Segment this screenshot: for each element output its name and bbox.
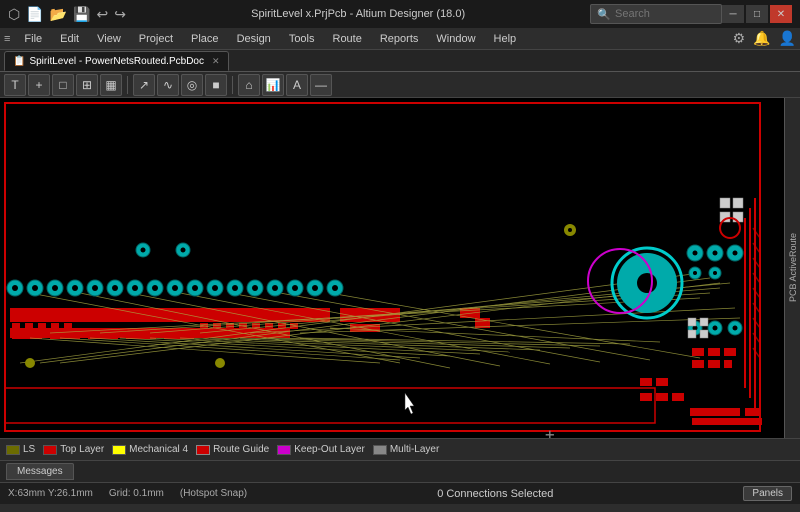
tool-arc[interactable]: ∿ — [157, 74, 179, 96]
messages-panel: Messages — [0, 460, 800, 482]
status-info: X:63mm Y:26.1mm Grid: 0.1mm (Hotspot Sna… — [8, 488, 247, 499]
layer-top[interactable]: Top Layer — [43, 444, 104, 455]
ls-label: LS — [23, 444, 35, 455]
tool-line[interactable]: — — [310, 74, 332, 96]
menu-window[interactable]: Window — [428, 31, 483, 47]
connections-display: 0 Connections Selected — [437, 488, 553, 500]
layer-ls[interactable]: LS — [6, 444, 35, 455]
menu-project[interactable]: Project — [131, 31, 181, 47]
keepout-label: Keep-Out Layer — [294, 444, 365, 455]
tool-route[interactable]: ↗ — [133, 74, 155, 96]
menu-view[interactable]: View — [89, 31, 129, 47]
multi-swatch — [373, 445, 387, 455]
menu-tools[interactable]: Tools — [281, 31, 323, 47]
window-title: SpiritLevel x.PrjPcb - Altium Designer (… — [126, 8, 590, 20]
tool-add[interactable]: + — [28, 74, 50, 96]
close-button[interactable]: ✕ — [770, 5, 792, 23]
hotspot-display: (Hotspot Snap) — [180, 488, 247, 499]
menu-file[interactable]: File — [16, 31, 50, 47]
menu-help[interactable]: Help — [486, 31, 525, 47]
tool-rect[interactable]: □ — [52, 74, 74, 96]
menu-reports[interactable]: Reports — [372, 31, 427, 47]
messages-tab[interactable]: Messages — [6, 463, 74, 480]
search-icon: 🔍 — [597, 8, 611, 21]
menu-route[interactable]: Route — [325, 31, 370, 47]
tab-close-icon[interactable]: ✕ — [212, 56, 220, 67]
open-icon[interactable]: 📂 — [50, 6, 67, 23]
layer-keep-out[interactable]: Keep-Out Layer — [277, 444, 365, 455]
new-icon[interactable]: 📄 — [26, 6, 43, 23]
pcb-main-area[interactable]: + PCB ActiveRoute — [0, 98, 800, 438]
top-swatch — [43, 445, 57, 455]
status-bar: X:63mm Y:26.1mm Grid: 0.1mm (Hotspot Sna… — [0, 482, 800, 504]
right-sidebar[interactable]: PCB ActiveRoute — [784, 98, 800, 438]
maximize-button[interactable]: □ — [746, 5, 768, 23]
tool-via[interactable]: ◎ — [181, 74, 203, 96]
menu-place[interactable]: Place — [183, 31, 227, 47]
window-controls[interactable]: ─ □ ✕ — [722, 5, 792, 23]
minimize-button[interactable]: ─ — [722, 5, 744, 23]
menu-edit[interactable]: Edit — [52, 31, 87, 47]
pcb-tab[interactable]: 📋 SpiritLevel - PowerNetsRouted.PcbDoc ✕ — [4, 51, 229, 71]
tab-bar: 📋 SpiritLevel - PowerNetsRouted.PcbDoc ✕ — [0, 50, 800, 72]
top-label: Top Layer — [60, 444, 104, 455]
route-guide-swatch — [196, 445, 210, 455]
app-logo-icon: ⬡ — [8, 6, 20, 23]
title-bar: ⬡ 📄 📂 💾 ↩ ↪ SpiritLevel x.PrjPcb - Altiu… — [0, 0, 800, 28]
layer-multi[interactable]: Multi-Layer — [373, 444, 439, 455]
sidebar-toggle-icon[interactable]: ≡ — [4, 33, 10, 45]
svg-text:+: + — [545, 425, 555, 438]
app-icons: ⬡ 📄 📂 💾 ↩ ↪ — [8, 6, 126, 23]
tab-label: SpiritLevel - PowerNetsRouted.PcbDoc — [29, 56, 204, 67]
panels-button[interactable]: Panels — [743, 486, 792, 501]
keepout-swatch — [277, 445, 291, 455]
layer-mech4[interactable]: Mechanical 4 — [112, 444, 188, 455]
layer-bar: LS Top Layer Mechanical 4 Route Guide Ke… — [0, 438, 800, 460]
menu-bar: ≡ File Edit View Project Place Design To… — [0, 28, 800, 50]
save-icon[interactable]: 💾 — [73, 6, 90, 23]
tool-label[interactable]: A — [286, 74, 308, 96]
mech4-swatch — [112, 445, 126, 455]
coordinates-display: X:63mm Y:26.1mm — [8, 488, 93, 499]
tool-chart[interactable]: 📊 — [262, 74, 284, 96]
tool-component[interactable]: ⌂ — [238, 74, 260, 96]
route-guide-label: Route Guide — [213, 444, 269, 455]
pcb-canvas[interactable]: + — [0, 98, 784, 438]
undo-icon[interactable]: ↩ — [97, 6, 109, 23]
layer-route-guide[interactable]: Route Guide — [196, 444, 269, 455]
search-input[interactable] — [615, 8, 715, 20]
toolbar-separator-1 — [127, 76, 128, 94]
pcb-file-icon: 📋 — [13, 56, 25, 67]
user-icon[interactable]: 👤 — [779, 30, 796, 47]
grid-display: Grid: 0.1mm — [109, 488, 164, 499]
toolbar-separator-2 — [232, 76, 233, 94]
tool-pad[interactable]: ■ — [205, 74, 227, 96]
search-bar[interactable]: 🔍 — [590, 4, 722, 24]
secondary-toolbar: T + □ ⊞ ▦ ↗ ∿ ◎ ■ ⌂ 📊 A — — [0, 72, 800, 98]
multi-label: Multi-Layer — [390, 444, 439, 455]
menu-design[interactable]: Design — [229, 31, 279, 47]
ls-swatch — [6, 445, 20, 455]
mech4-label: Mechanical 4 — [129, 444, 188, 455]
active-route-label: PCB ActiveRoute — [788, 233, 798, 302]
redo-icon[interactable]: ↪ — [114, 6, 126, 23]
tool-text[interactable]: T — [4, 74, 26, 96]
notifications-icon[interactable]: 🔔 — [753, 30, 770, 47]
toolbar-right: ⚙ 🔔 👤 — [733, 30, 796, 47]
settings-icon[interactable]: ⚙ — [733, 30, 746, 47]
tool-fill[interactable]: ▦ — [100, 74, 122, 96]
tool-grid[interactable]: ⊞ — [76, 74, 98, 96]
